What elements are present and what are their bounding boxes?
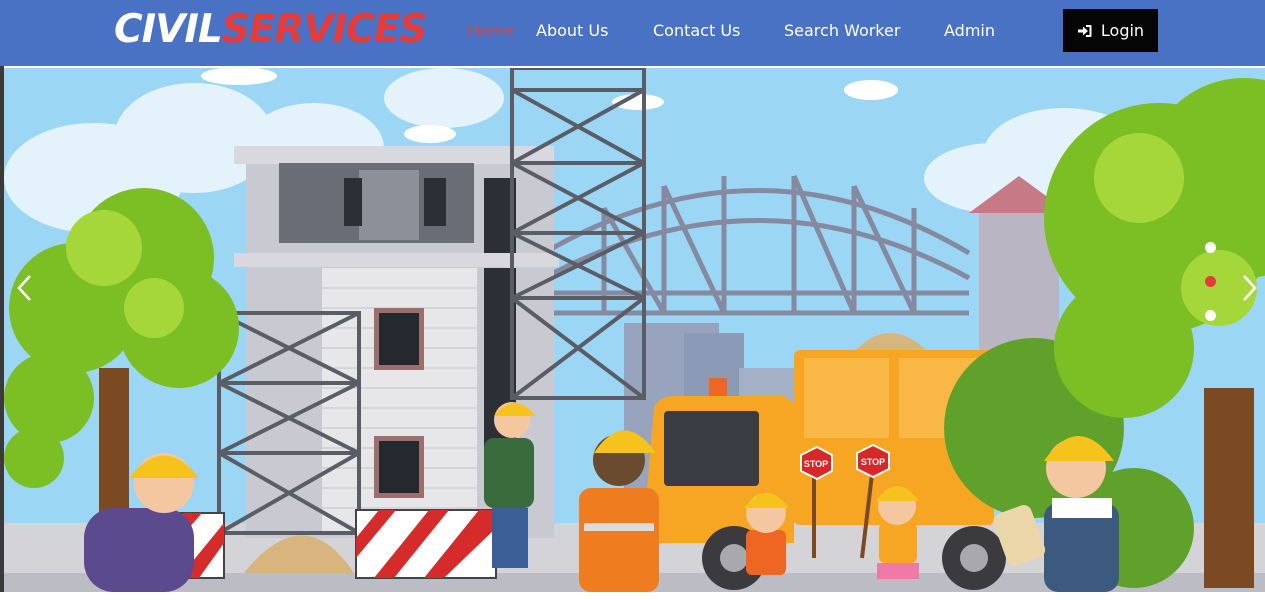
carousel-indicator-2[interactable] [1205,276,1216,287]
nav-contact-link[interactable]: Contact Us [653,20,740,42]
sign-in-icon [1077,24,1092,37]
login-label: Login [1100,21,1145,40]
chevron-left-icon [17,275,31,301]
hero-carousel: STOP STOP [4,68,1265,592]
stop-sign-1: STOP [804,459,828,469]
login-button[interactable]: Login [1063,9,1158,52]
carousel-next-button[interactable] [1234,268,1264,308]
hero-illustration: STOP STOP [4,68,1265,592]
chevron-right-icon [1243,275,1257,301]
page-bottom-strip [0,592,1265,600]
stop-sign-2: STOP [861,457,885,467]
brand-logo[interactable]: CIVILSERVICES [114,6,427,54]
top-navbar: CIVILSERVICES Home About Us Contact Us S… [0,0,1265,66]
nav-about-link[interactable]: About Us [536,20,608,42]
carousel-indicator-3[interactable] [1205,310,1216,321]
brand-logo-part1: CIVIL [114,7,223,52]
carousel-prev-button[interactable] [10,268,40,308]
carousel-indicator-1[interactable] [1205,242,1216,253]
brand-logo-part2: SERVICES [221,7,428,52]
child-worker-2 [876,486,919,579]
nav-search-worker-link[interactable]: Search Worker [784,20,900,42]
child-worker-1 [744,493,789,575]
nav-admin-link[interactable]: Admin [944,20,995,42]
nav-home-link[interactable]: Home [467,20,514,42]
